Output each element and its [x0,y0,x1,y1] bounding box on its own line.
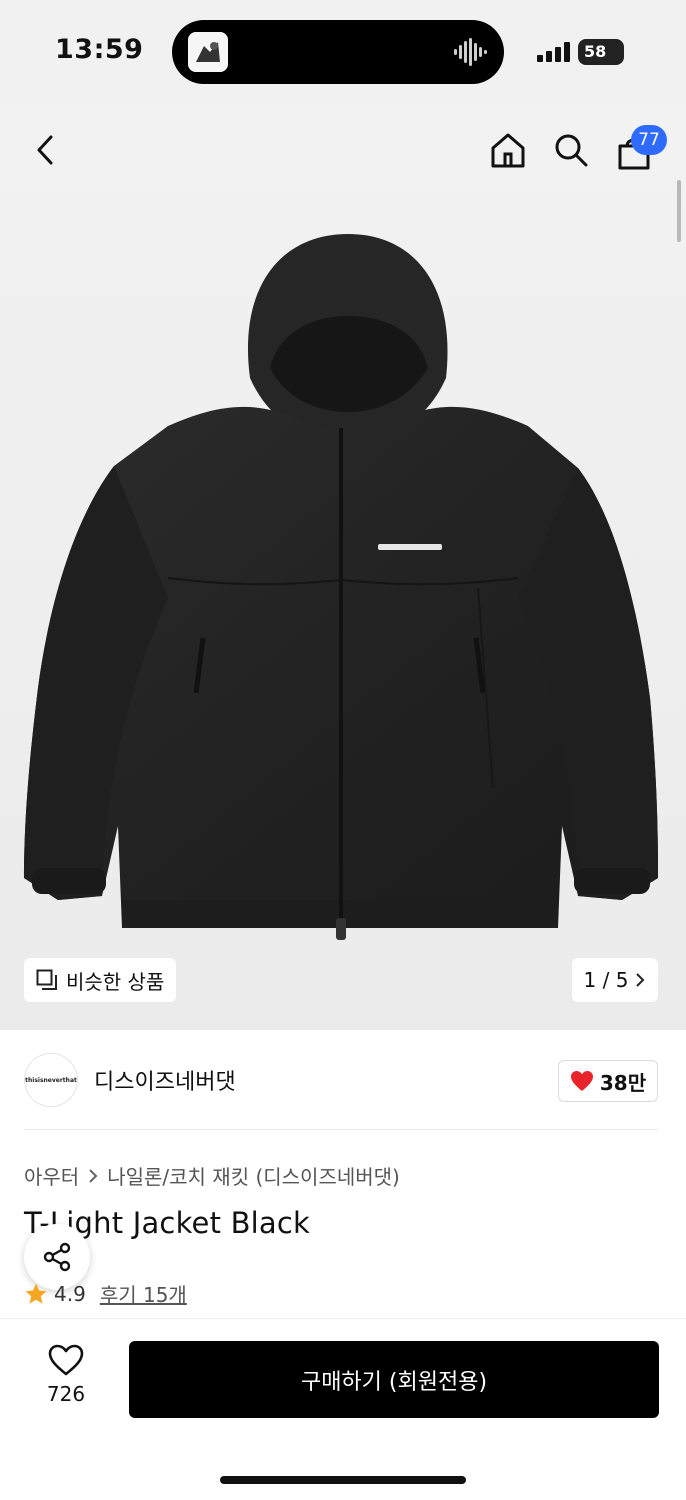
chevron-right-icon [636,973,645,987]
breadcrumb: 아우터 나일론/코치 재킷 (디스이즈네버댓) [24,1161,400,1190]
section-divider [24,1129,658,1130]
back-button[interactable] [22,126,70,174]
breadcrumb-subcategory[interactable]: 나일론/코치 재킷 (디스이즈네버댓) [107,1161,400,1190]
status-bar: 13:59 58 [0,0,686,106]
similar-products-button[interactable]: 비슷한 상품 [24,958,177,1002]
brand-name[interactable]: 디스이즈네버댓 [94,1064,236,1096]
scrollbar-thumb[interactable] [677,180,681,242]
product-rating: 4.9 후기 15개 [24,1279,187,1308]
brand-logo-text: thisisneverthat [25,1076,77,1084]
rating-score: 4.9 [54,1281,86,1306]
cart-count-badge: 77 [631,125,667,155]
reviews-link[interactable]: 후기 15개 [100,1279,187,1308]
image-pager[interactable]: 1 / 5 [572,958,658,1002]
breadcrumb-category[interactable]: 아우터 [24,1161,79,1190]
wishlist-button[interactable]: 726 [34,1344,98,1406]
home-icon [491,133,525,168]
heart-filled-icon [570,1071,593,1091]
image-pager-text: 1 / 5 [583,968,629,992]
similar-items-icon [36,969,57,990]
brand-like-button[interactable]: 38만 [558,1060,658,1102]
search-button[interactable] [547,126,595,174]
similar-products-label: 비슷한 상품 [66,969,165,994]
heart-outline-icon [48,1344,84,1376]
wishlist-count: 726 [46,1382,86,1406]
status-time: 13:59 [55,34,144,65]
breadcrumb-chevron-icon [89,1168,98,1183]
audio-wave-icon [454,38,487,66]
brand-logo[interactable]: thisisneverthat [24,1053,78,1107]
home-button[interactable] [484,126,532,174]
buy-button[interactable]: 구매하기 (회원전용) [129,1341,659,1418]
battery-icon: 58 [578,39,624,65]
product-photo-jacket [24,234,658,940]
search-icon [555,134,588,167]
chevron-left-icon [37,135,53,165]
home-indicator[interactable] [220,1476,466,1484]
cellular-signal-icon [537,42,570,62]
dynamic-island[interactable] [172,20,504,84]
star-icon [25,1283,47,1304]
battery-level: 58 [584,42,607,61]
share-icon [43,1242,71,1272]
brand-like-count: 38만 [599,1070,647,1095]
now-playing-thumbnail [188,32,228,72]
